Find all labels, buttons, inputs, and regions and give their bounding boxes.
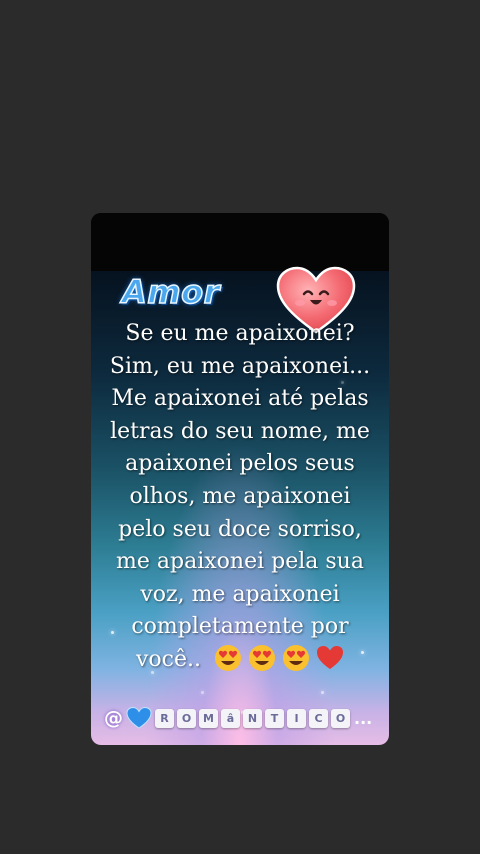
heart-eyes-emoji [215, 644, 241, 671]
letter-tile: â [221, 708, 240, 728]
poem-line: Me apaixonei até pelas [111, 386, 369, 412]
letter-tile: O [177, 708, 196, 728]
letter-tile: N [243, 708, 262, 728]
poem-line: você.. [135, 646, 201, 672]
poem-line: olhos, me apaixonei [129, 483, 351, 509]
blue-heart-icon [126, 706, 152, 729]
poem-line: completamente por [131, 614, 349, 640]
heart-eyes-emoji [249, 644, 275, 671]
screen: { "title": "Amor", "poem_lines": [ "Se e… [0, 0, 480, 854]
poem-line: apaixonei pelos seus [125, 451, 355, 477]
poem-line: letras do seu nome, me [110, 418, 370, 444]
footer-ellipsis: ... [354, 708, 373, 728]
letter-tile: T [265, 708, 284, 728]
poem-line: voz, me apaixonei [140, 581, 340, 607]
poem-line: Sim, eu me apaixonei... [109, 353, 371, 379]
letter-tile: C [309, 708, 328, 728]
card-top-bar [91, 213, 389, 271]
poem-line: me apaixonei pela sua [116, 549, 364, 575]
poem-last-line: você.. [95, 644, 385, 677]
poem-text: Se eu me apaixonei? Sim, eu me apaixonei… [95, 318, 385, 677]
letter-tile: R [155, 708, 174, 728]
poem-line: Se eu me apaixonei? [125, 321, 355, 346]
heart-eyes-emoji [283, 644, 309, 671]
letter-tile: I [287, 708, 306, 728]
footer-handle: @ R O M â N T I C O ... [104, 703, 372, 733]
letter-tile: O [331, 708, 350, 728]
at-symbol: @ [104, 707, 123, 729]
poem-line: pelo seu doce sorriso, [118, 516, 362, 542]
red-heart-emoji [317, 645, 343, 669]
letter-tile: M [199, 708, 218, 728]
title-amor: Amor [121, 272, 220, 312]
